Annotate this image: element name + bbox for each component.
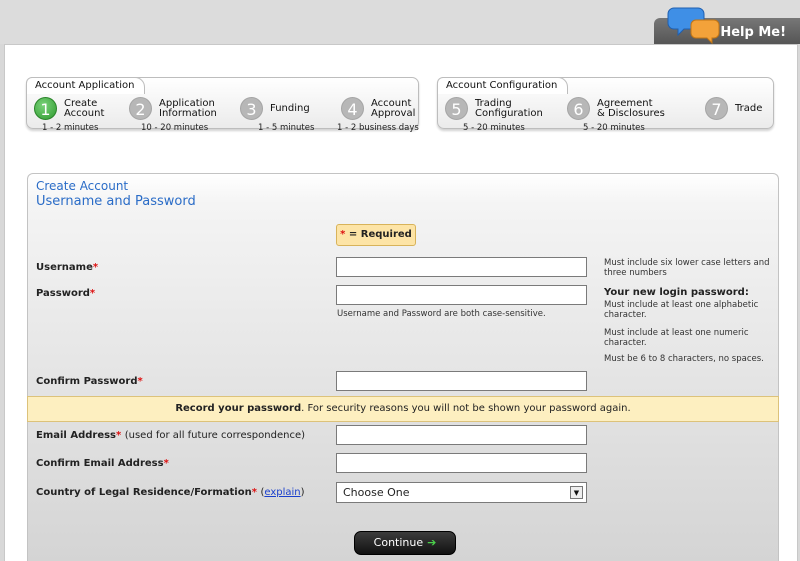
username-label: Username*	[36, 262, 99, 273]
required-text: = Required	[348, 229, 412, 240]
step-time: 1 - 2 minutes	[42, 123, 99, 133]
email-input[interactable]	[336, 425, 587, 445]
step-label: Application Information	[159, 98, 217, 119]
step-number: 4	[341, 97, 364, 120]
chat-bubbles-icon	[667, 7, 720, 44]
explain-link[interactable]: explain	[264, 487, 300, 498]
form-title: Create Account	[36, 179, 129, 193]
step-number: 2	[129, 97, 152, 120]
account-configuration-steps: Account Configuration 5 Trading Configura…	[437, 77, 774, 133]
password-hint-numeric: Must include at least one numeric charac…	[604, 328, 749, 348]
step-label: Create Account	[64, 98, 105, 119]
username-hint: Must include six lower case letters and …	[604, 258, 770, 278]
step-label: Trading Configuration	[475, 98, 543, 119]
continue-button[interactable]: Continue ➔	[354, 531, 456, 555]
step-time: 1 - 2 business days	[337, 123, 419, 133]
confirm-email-input[interactable]	[336, 453, 587, 473]
step-number: 3	[240, 97, 263, 120]
step-label: Funding	[270, 103, 310, 114]
panel-title: Create Account Username and Password	[36, 179, 196, 209]
step-label: Agreement & Disclosures	[597, 98, 665, 119]
page-container: Account Application 1 Create Account 1 - …	[4, 44, 798, 561]
confirm-password-label: Confirm Password*	[36, 376, 143, 387]
password-label: Password*	[36, 288, 96, 299]
confirm-password-input[interactable]	[336, 371, 587, 391]
country-select[interactable]: Choose One ▼	[336, 482, 587, 503]
password-input[interactable]	[336, 285, 587, 305]
step-time: 5 - 20 minutes	[463, 123, 525, 133]
username-input[interactable]	[336, 257, 587, 277]
required-legend: * = Required	[336, 224, 416, 246]
account-application-label: Account Application	[26, 77, 146, 94]
arrow-right-icon: ➔	[427, 536, 437, 549]
account-application-steps: Account Application 1 Create Account 1 - …	[26, 77, 419, 133]
password-hint-title: Your new login password:	[604, 287, 749, 298]
account-configuration-label: Account Configuration	[437, 77, 569, 94]
password-hint-alphabetic: Must include at least one alphabetic cha…	[604, 300, 759, 320]
step-time: 10 - 20 minutes	[141, 123, 209, 133]
form-subtitle: Username and Password	[36, 194, 196, 209]
continue-label: Continue	[373, 536, 424, 549]
country-select-value: Choose One	[343, 486, 410, 499]
step-time: 5 - 20 minutes	[583, 123, 645, 133]
help-me-label[interactable]: Help Me!	[720, 25, 786, 40]
record-password-warning: Record your password. For security reaso…	[27, 396, 779, 422]
password-hint-length: Must be 6 to 8 characters, no spaces.	[604, 354, 764, 364]
step-number: 7	[705, 97, 728, 120]
required-star: *	[340, 229, 346, 240]
email-label: Email Address* (used for all future corr…	[36, 430, 305, 441]
step-label: Trade	[735, 103, 763, 114]
case-sensitive-note: Username and Password are both case-sens…	[337, 309, 546, 319]
step-number: 1	[34, 97, 57, 120]
confirm-email-label: Confirm Email Address*	[36, 458, 169, 469]
chevron-down-icon[interactable]: ▼	[570, 486, 583, 499]
help-me-tab[interactable]: Help Me!	[654, 7, 800, 44]
country-label: Country of Legal Residence/Formation* (e…	[36, 487, 305, 498]
step-number: 5	[445, 97, 468, 120]
create-account-panel: Create Account Username and Password * =…	[27, 173, 779, 561]
step-number: 6	[567, 97, 590, 120]
step-label: Account Approval	[371, 98, 416, 119]
step-time: 1 - 5 minutes	[258, 123, 315, 133]
